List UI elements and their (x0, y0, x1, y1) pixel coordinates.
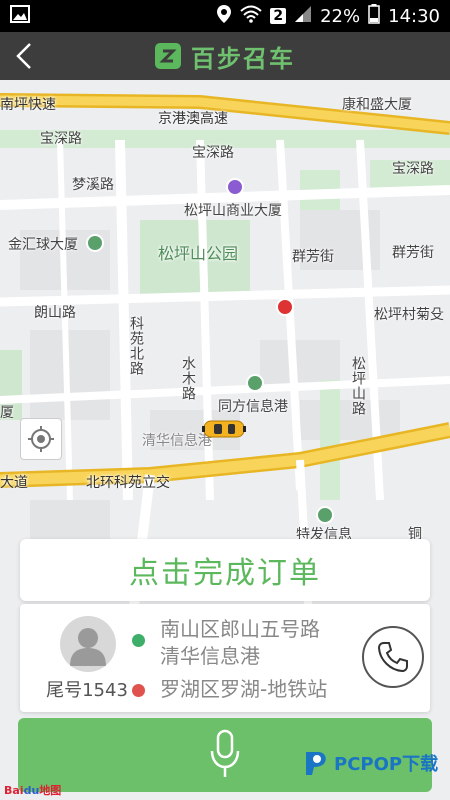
trip-card: 尾号1543 南山区郎山五号路 清华信息港 罗湖区罗湖-地铁站 (20, 604, 430, 712)
locate-me-button[interactable] (20, 418, 62, 460)
crosshair-icon (28, 426, 54, 452)
chevron-left-icon (16, 43, 31, 69)
poi-building-icon[interactable] (86, 234, 104, 252)
page-title: 百步召车 (191, 44, 295, 73)
map-label-beihuan: 北环科苑立交 (86, 475, 170, 491)
person-icon (70, 628, 106, 666)
map-label-keyuan-north: 科苑北路 (128, 316, 144, 376)
map-label-songping-mtn: 松坪山路 (350, 356, 366, 416)
complete-order-label: 点击完成订单 (129, 556, 321, 591)
map-label-nanping: 南坪快速 (0, 97, 56, 113)
origin-line-1: 南山区郎山五号路 (160, 617, 320, 641)
map-label-tongfang: 同方信息港 (218, 399, 288, 415)
microphone-icon (210, 729, 240, 777)
pcpop-logo-icon (306, 752, 326, 775)
map-label-kanghe: 康和盛大厦 (342, 97, 412, 113)
driver-avatar[interactable] (60, 616, 116, 672)
status-bar: 2 22% 14:30 (0, 0, 450, 32)
app-header: 百步召车 (0, 32, 450, 80)
map-label-songping-village: 松坪村菊殳 (374, 307, 444, 323)
origin-dot-icon (132, 634, 145, 647)
poi-shopping-icon[interactable] (226, 178, 244, 196)
map-label-jinhui: 金汇球大厦 (8, 237, 78, 253)
driver-tail-number: 尾号1543 (46, 680, 128, 701)
map-label-langshan: 朗山路 (34, 305, 76, 321)
destination-address: 罗湖区罗湖-地铁站 (160, 677, 328, 701)
destination-dot-icon (132, 684, 145, 697)
watermark: PCPOP下载 (300, 748, 438, 778)
gallery-icon (10, 5, 30, 27)
poi-building-icon[interactable] (246, 374, 264, 392)
battery-icon (368, 3, 380, 29)
map-label-dadao: 大道 (0, 475, 28, 491)
signal-icon (294, 5, 312, 28)
map-label-songping-park: 松坪山公园 (158, 244, 239, 263)
back-button[interactable] (6, 38, 42, 74)
map-label-xia: 厦 (0, 405, 14, 421)
brand: 百步召车 (155, 39, 295, 74)
complete-order-button[interactable]: 点击完成订单 (20, 539, 430, 601)
call-driver-button[interactable] (362, 626, 424, 688)
map-label-baoshen-3: 宝深路 (392, 161, 434, 177)
location-icon (216, 4, 232, 29)
poi-restaurant-icon[interactable] (276, 298, 294, 316)
map-label-baoshen-1: 宝深路 (40, 131, 82, 147)
map-label-baoshen-2: 宝深路 (192, 145, 234, 161)
map-label-shuimu: 水木路 (180, 356, 196, 401)
baidu-map-logo: Baidu地图 (4, 784, 62, 797)
poi-building-icon[interactable] (316, 506, 334, 524)
wifi-icon (240, 5, 263, 28)
map-label-songping-mall: 松坪山商业大厦 (184, 203, 282, 219)
map-label-qunfang-2: 群芳街 (392, 245, 434, 261)
battery-percent: 22% (320, 5, 361, 27)
map-label-mengxi: 梦溪路 (72, 177, 114, 193)
origin-address: 南山区郎山五号路 清华信息港 (160, 616, 320, 670)
sim-icon: 2 (270, 8, 287, 24)
clock: 14:30 (388, 5, 440, 27)
map-label-qunfang-1: 群芳街 (292, 249, 334, 265)
phone-icon (377, 642, 408, 673)
origin-line-2: 清华信息港 (160, 644, 260, 668)
brand-logo-icon (155, 43, 181, 69)
map-label-jinggang: 京港澳高速 (158, 111, 228, 127)
